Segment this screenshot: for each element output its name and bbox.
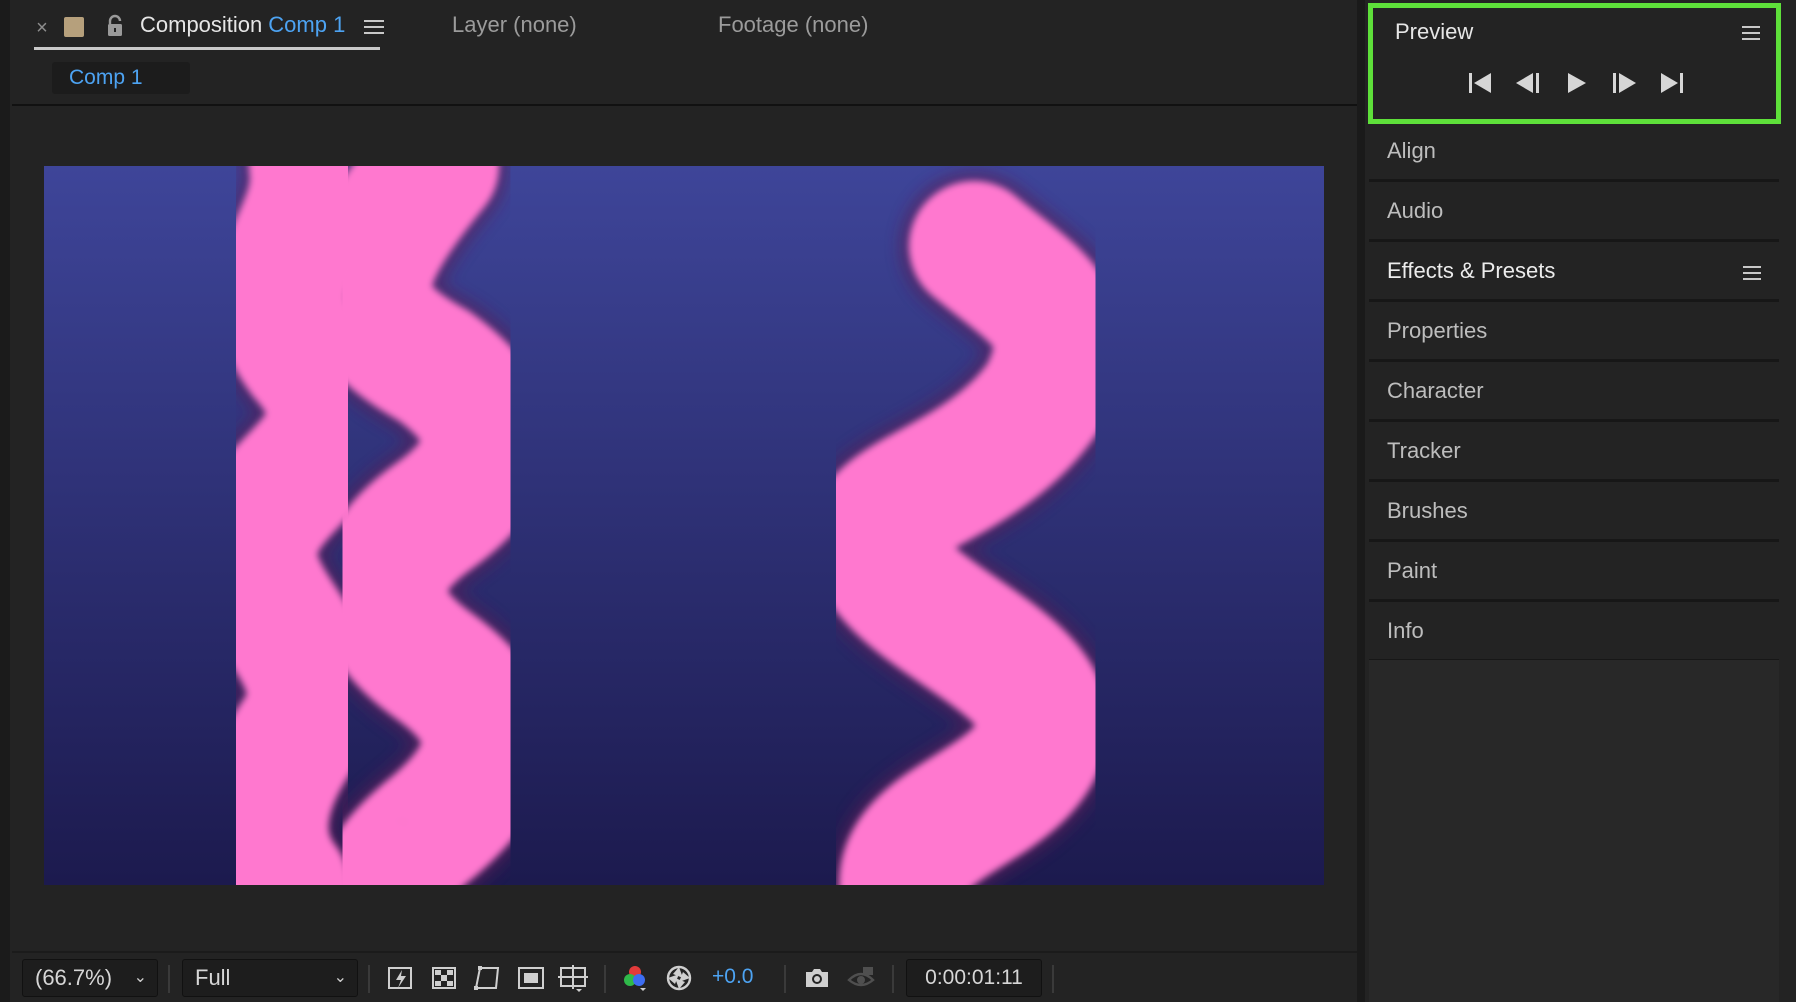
effects-panel-menu-icon[interactable] [1741, 262, 1763, 284]
preview-panel: Preview [1368, 3, 1781, 124]
composition-navigator-tab[interactable]: Comp 1 [52, 62, 190, 94]
region-of-interest-icon[interactable] [516, 963, 546, 993]
exposure-value[interactable]: +0.0 [712, 965, 753, 989]
toolbar-separator [604, 965, 606, 993]
panel-properties[interactable]: Properties [1369, 304, 1779, 362]
magnification-value: (66.7%) [35, 965, 113, 990]
panel-info-label: Info [1387, 618, 1424, 643]
panel-brushes-label: Brushes [1387, 498, 1468, 523]
preview-transport-controls [1463, 66, 1703, 106]
toolbar-separator [892, 965, 894, 993]
resolution-dropdown[interactable]: Full ⌄ [182, 959, 358, 997]
composition-color-swatch[interactable] [64, 17, 84, 37]
toolbar-separator [784, 965, 786, 993]
tab-composition-name: Comp 1 [268, 12, 346, 37]
toolbar-separator [1052, 965, 1054, 993]
panel-audio-label: Audio [1387, 198, 1444, 223]
mask-visibility-icon[interactable] [472, 963, 502, 993]
magnification-dropdown[interactable]: (66.7%) ⌄ [22, 959, 158, 997]
resolution-value: Full [195, 965, 231, 990]
tab-footage[interactable]: Footage (none) [718, 12, 868, 38]
exposure-reset-icon[interactable] [664, 963, 694, 993]
viewer-toolbar: (66.7%) ⌄ Full ⌄ +0.0 0:00:01:11 [12, 951, 1357, 1002]
panel-tracker[interactable]: Tracker [1369, 424, 1779, 482]
canvas-render [44, 166, 1324, 885]
fast-previews-icon[interactable] [386, 963, 416, 993]
panel-character[interactable]: Character [1369, 364, 1779, 422]
composition-panel: × Composition Comp 1 Layer (none) Footage… [12, 0, 1357, 1002]
toolbar-separator [168, 965, 170, 993]
panel-brushes[interactable]: Brushes [1369, 484, 1779, 542]
color-channels-icon[interactable] [620, 963, 650, 993]
transparency-grid-icon[interactable] [430, 963, 460, 993]
tab-layer[interactable]: Layer (none) [452, 12, 577, 38]
panel-tab-bar: × Composition Comp 1 Layer (none) Footage… [12, 0, 1357, 56]
first-frame-icon[interactable] [1463, 66, 1497, 100]
composition-canvas[interactable] [44, 166, 1324, 885]
panel-splitter[interactable] [1357, 0, 1365, 1002]
panel-menu-icon[interactable] [362, 16, 386, 38]
preview-panel-menu-icon[interactable] [1740, 22, 1762, 44]
tab-composition-label: Composition [140, 12, 263, 37]
empty-panel-area [1369, 660, 1779, 1002]
play-stop-icon[interactable] [1559, 66, 1593, 100]
panel-paint[interactable]: Paint [1369, 544, 1779, 602]
preview-title: Preview [1395, 19, 1474, 44]
previous-frame-icon[interactable] [1511, 66, 1545, 100]
panel-tracker-label: Tracker [1387, 438, 1461, 463]
close-tab-icon[interactable]: × [32, 16, 52, 40]
panel-character-label: Character [1387, 378, 1484, 403]
composition-viewer[interactable] [12, 106, 1357, 951]
toolbar-separator [368, 965, 370, 993]
snapshot-camera-icon[interactable] [802, 963, 832, 993]
panel-properties-label: Properties [1387, 318, 1488, 343]
tab-composition[interactable]: Composition Comp 1 [140, 12, 345, 42]
next-frame-icon[interactable] [1607, 66, 1641, 100]
panel-effects-presets[interactable]: Effects & Presets [1369, 244, 1779, 302]
active-tab-underline [34, 47, 380, 50]
right-panel-stack: Preview Align Audio Effects & Presets Pr… [1365, 0, 1796, 1002]
panel-audio[interactable]: Audio [1369, 184, 1779, 242]
last-frame-icon[interactable] [1655, 66, 1689, 100]
panel-align-label: Align [1387, 138, 1436, 163]
panel-info[interactable]: Info [1369, 604, 1779, 662]
left-edge-gutter [0, 0, 10, 1002]
panel-align[interactable]: Align [1369, 124, 1779, 182]
current-time-display[interactable]: 0:00:01:11 [906, 959, 1042, 997]
chevron-down-icon: ⌄ [333, 969, 347, 986]
chevron-down-icon: ⌄ [133, 969, 147, 986]
after-effects-workspace: × Composition Comp 1 Layer (none) Footage… [0, 0, 1796, 1002]
grid-guides-icon[interactable] [558, 963, 588, 993]
panel-effects-presets-label: Effects & Presets [1387, 258, 1556, 283]
panel-paint-label: Paint [1387, 558, 1438, 583]
lock-icon[interactable] [104, 14, 126, 38]
show-snapshot-icon[interactable] [846, 963, 876, 993]
